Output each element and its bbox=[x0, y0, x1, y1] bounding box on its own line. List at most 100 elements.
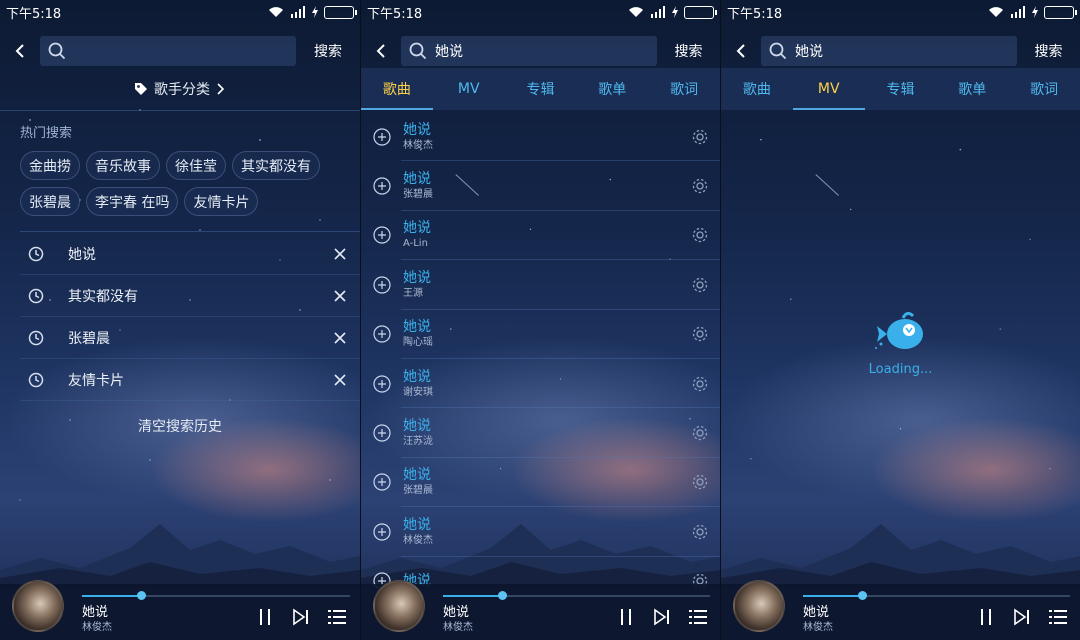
song-row[interactable]: 她说 A-Lin bbox=[361, 211, 720, 261]
progress-bar[interactable] bbox=[443, 591, 710, 600]
song-title: 她说 bbox=[403, 467, 431, 484]
song-options-button[interactable] bbox=[680, 177, 720, 195]
hot-chip[interactable]: 友情卡片 bbox=[184, 187, 259, 216]
search-box[interactable] bbox=[761, 36, 1017, 66]
next-button[interactable] bbox=[651, 606, 673, 628]
search-header: 搜索 bbox=[0, 34, 360, 68]
playlist-icon bbox=[328, 610, 346, 624]
history-item[interactable]: 其实都没有 bbox=[20, 275, 360, 317]
add-song-button[interactable] bbox=[361, 424, 403, 442]
song-options-button[interactable] bbox=[680, 276, 720, 294]
song-options-button[interactable] bbox=[680, 325, 720, 343]
divider bbox=[20, 231, 360, 232]
hot-search-chips: 金曲捞 音乐故事 徐佳莹 其实都没有 张碧晨 李宇春 在吗 友情卡片 bbox=[20, 151, 340, 216]
tab-albums[interactable]: 专辑 bbox=[865, 68, 937, 110]
plus-circle-icon bbox=[373, 177, 391, 195]
pause-icon bbox=[260, 609, 270, 625]
song-row[interactable]: 她说 林俊杰 bbox=[361, 507, 720, 557]
hot-chip[interactable]: 其实都没有 bbox=[232, 151, 320, 180]
song-options-button[interactable] bbox=[680, 473, 720, 491]
playlist-button[interactable] bbox=[687, 606, 709, 628]
song-row[interactable]: 她说 林俊杰 bbox=[361, 112, 720, 162]
history-item[interactable]: 张碧晨 bbox=[20, 317, 360, 359]
close-icon bbox=[334, 373, 346, 386]
search-input[interactable] bbox=[74, 43, 284, 59]
song-options-button[interactable] bbox=[680, 128, 720, 146]
search-input[interactable] bbox=[435, 43, 645, 59]
tab-songs[interactable]: 歌曲 bbox=[361, 68, 433, 110]
add-song-button[interactable] bbox=[361, 473, 403, 492]
add-song-button[interactable] bbox=[361, 325, 403, 343]
album-art[interactable] bbox=[12, 580, 64, 632]
song-options-button[interactable] bbox=[680, 226, 720, 244]
clock-icon bbox=[20, 288, 68, 304]
gear-icon bbox=[692, 376, 708, 391]
search-button[interactable]: 搜索 bbox=[657, 41, 720, 61]
back-button[interactable] bbox=[0, 34, 40, 68]
delete-history-button[interactable] bbox=[320, 331, 360, 344]
tab-mv[interactable]: MV bbox=[433, 68, 505, 110]
hot-chip[interactable]: 张碧晨 bbox=[20, 187, 80, 216]
tab-lyrics[interactable]: 歌词 bbox=[1008, 68, 1080, 110]
back-button[interactable] bbox=[721, 34, 761, 68]
add-song-button[interactable] bbox=[361, 226, 403, 245]
add-song-button[interactable] bbox=[361, 276, 403, 294]
back-button[interactable] bbox=[361, 34, 401, 68]
pause-button[interactable] bbox=[975, 606, 997, 628]
song-options-button[interactable] bbox=[680, 375, 720, 393]
progress-knob[interactable] bbox=[136, 591, 146, 600]
history-text: 张碧晨 bbox=[68, 330, 110, 347]
tab-mv[interactable]: MV bbox=[792, 68, 865, 110]
search-box[interactable] bbox=[40, 36, 296, 66]
search-box[interactable] bbox=[401, 36, 657, 66]
song-row[interactable]: 她说 张碧晨 bbox=[361, 161, 720, 212]
delete-history-button[interactable] bbox=[320, 247, 360, 260]
hot-chip[interactable]: 李宇春 在吗 bbox=[86, 187, 179, 216]
song-row[interactable]: 她说 汪苏泷 bbox=[361, 408, 720, 459]
album-art[interactable] bbox=[373, 580, 425, 632]
next-button[interactable] bbox=[290, 606, 312, 628]
song-row[interactable]: 她说 陶心瑶 bbox=[361, 310, 720, 360]
history-item[interactable]: 友情卡片 bbox=[20, 359, 360, 401]
tab-playlists[interactable]: 歌单 bbox=[576, 68, 648, 110]
search-header: 搜索 bbox=[361, 34, 720, 68]
song-options-button[interactable] bbox=[680, 523, 720, 541]
pause-button[interactable] bbox=[615, 606, 637, 628]
progress-bar[interactable] bbox=[82, 591, 350, 600]
chevron-left-icon bbox=[15, 44, 24, 58]
search-button[interactable]: 搜索 bbox=[296, 41, 360, 61]
add-song-button[interactable] bbox=[361, 375, 403, 393]
tab-lyrics[interactable]: 歌词 bbox=[648, 68, 720, 110]
add-song-button[interactable] bbox=[361, 523, 403, 541]
progress-knob[interactable] bbox=[857, 591, 867, 600]
song-row[interactable]: 她说 张碧晨 bbox=[361, 458, 720, 508]
playlist-button[interactable] bbox=[326, 606, 348, 628]
clear-history-button[interactable]: 清空搜索历史 bbox=[0, 416, 360, 436]
hot-chip[interactable]: 徐佳莹 bbox=[166, 151, 226, 180]
song-row[interactable]: 她说 谢安琪 bbox=[361, 359, 720, 409]
gear-icon bbox=[692, 228, 708, 243]
tab-albums[interactable]: 专辑 bbox=[505, 68, 577, 110]
song-info: 她说 张碧晨 bbox=[403, 466, 680, 498]
album-art[interactable] bbox=[733, 580, 785, 632]
add-song-button[interactable] bbox=[361, 128, 403, 146]
tab-songs[interactable]: 歌曲 bbox=[721, 68, 793, 110]
next-button[interactable] bbox=[1011, 606, 1033, 628]
playlist-button[interactable] bbox=[1047, 606, 1069, 628]
song-row[interactable]: 她说 王源 bbox=[361, 260, 720, 310]
search-input[interactable] bbox=[795, 43, 1005, 59]
add-song-button[interactable] bbox=[361, 177, 403, 195]
progress-bar[interactable] bbox=[803, 591, 1070, 600]
hot-chip[interactable]: 金曲捞 bbox=[20, 151, 80, 180]
progress-knob[interactable] bbox=[497, 591, 507, 600]
playlist-icon bbox=[1049, 610, 1067, 624]
delete-history-button[interactable] bbox=[320, 289, 360, 302]
history-item[interactable]: 她说 bbox=[20, 233, 360, 275]
hot-chip[interactable]: 音乐故事 bbox=[86, 151, 160, 180]
song-options-button[interactable] bbox=[680, 424, 720, 442]
delete-history-button[interactable] bbox=[320, 373, 360, 386]
tab-playlists[interactable]: 歌单 bbox=[936, 68, 1008, 110]
singer-category-link[interactable]: 歌手分类 bbox=[0, 78, 360, 100]
pause-button[interactable] bbox=[254, 606, 276, 628]
search-button[interactable]: 搜索 bbox=[1017, 41, 1080, 61]
